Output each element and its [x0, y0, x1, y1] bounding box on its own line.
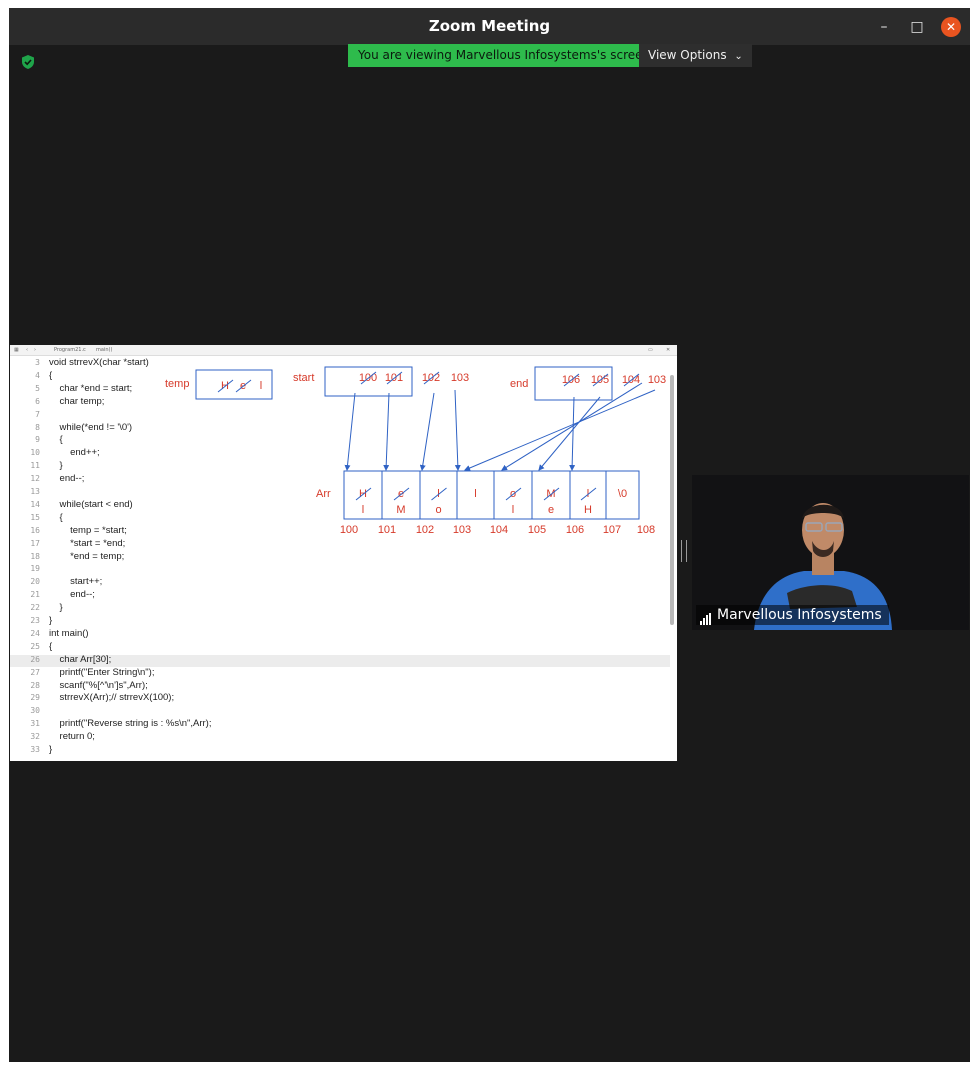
pointer-arrow — [569, 396, 576, 471]
array-address: 106 — [566, 524, 584, 536]
shared-screen: ▦ ‹ › Program21.c main() ▭ ✕ 3 4 5 6 7 8 9 10 11… — [10, 345, 677, 761]
participant-name: Marvellous Infosystems — [717, 607, 882, 623]
array-value: H — [584, 504, 592, 516]
array-address: 108 — [637, 524, 655, 536]
array-value: l — [362, 504, 364, 516]
pointer-arrow — [454, 389, 461, 471]
end-label: end — [510, 378, 528, 390]
close-icon[interactable]: ✕ — [941, 17, 961, 37]
end-value: 103 — [648, 374, 666, 386]
view-options-label: View Options — [648, 48, 727, 62]
panel-divider-handle[interactable] — [681, 540, 687, 562]
chevron-down-icon: ⌄ — [734, 51, 743, 62]
array-address: 105 — [528, 524, 546, 536]
array-value: o — [435, 504, 441, 516]
title-bar: Zoom Meeting – □ ✕ — [9, 8, 970, 45]
temp-label: temp — [165, 378, 189, 390]
maximize-icon[interactable]: □ — [907, 17, 927, 37]
array-value: l — [512, 504, 514, 516]
participant-video[interactable]: Marvellous Infosystems — [692, 475, 969, 630]
zoom-window: Zoom Meeting – □ ✕ You are viewing Marve… — [9, 8, 970, 1062]
start-label: start — [293, 372, 314, 384]
array-value: e — [548, 504, 554, 516]
array-value: l — [474, 488, 476, 500]
array-address: 103 — [453, 524, 471, 536]
array-address: 107 — [603, 524, 621, 536]
shield-icon[interactable] — [20, 54, 36, 70]
window-title: Zoom Meeting — [428, 17, 551, 35]
minimize-icon[interactable]: – — [874, 17, 894, 37]
pointer-arrow — [464, 389, 656, 471]
array-address: 100 — [340, 524, 358, 536]
array-value: \0 — [618, 488, 627, 500]
array-address: 101 — [378, 524, 396, 536]
signal-bars-icon — [700, 605, 712, 625]
participant-name-tag: Marvellous Infosystems — [696, 605, 889, 625]
arr-label: Arr — [316, 488, 331, 500]
memory-diagram: temp He l start 100 101 102 103 end 106 105 104 103 A… — [165, 366, 666, 536]
array-address: 104 — [490, 524, 508, 536]
pointer-arrow — [419, 392, 435, 471]
array-address: 102 — [416, 524, 434, 536]
temp-value: l — [260, 380, 262, 392]
pointer-arrow — [344, 392, 356, 471]
view-options-button[interactable]: View Options ⌄ — [639, 44, 752, 67]
pointer-arrow — [538, 396, 601, 471]
array-value: M — [396, 504, 405, 516]
start-value: 103 — [451, 372, 469, 384]
pointer-arrow — [383, 392, 390, 471]
screen-share-banner: You are viewing Marvellous Infosystems's… — [348, 44, 661, 67]
